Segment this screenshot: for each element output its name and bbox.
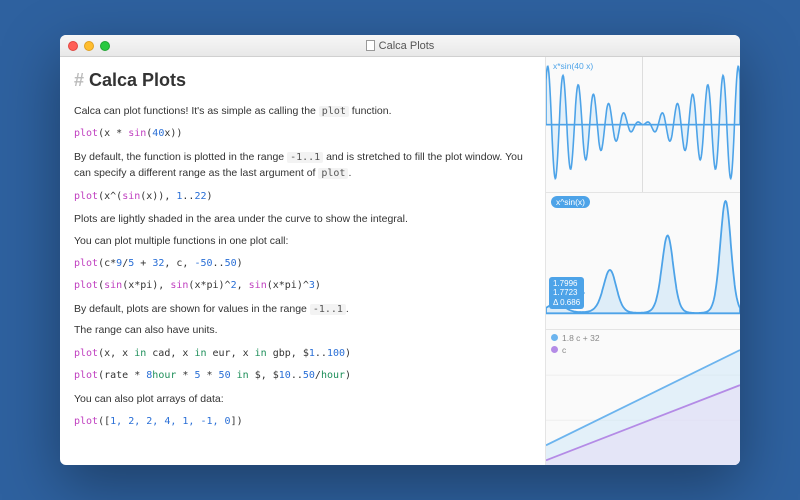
legend-dot-icon bbox=[551, 346, 558, 353]
window-content: # Calca Plots Calca can plot functions! … bbox=[60, 57, 740, 465]
code-inline: plot bbox=[318, 168, 348, 179]
title-container: Calca Plots bbox=[60, 40, 740, 52]
paragraph: By default, the function is plotted in t… bbox=[74, 149, 531, 182]
code-line[interactable]: plot(c*9/5 + 32, c, -50..50) bbox=[74, 256, 531, 272]
plot-2[interactable]: x^sin(x) 1.7996 1.7723 Δ 0.686 bbox=[546, 193, 740, 329]
document-icon bbox=[366, 40, 375, 51]
code-line[interactable]: plot([1, 2, 2, 4, 1, -1, 0]) bbox=[74, 414, 531, 430]
minimize-icon[interactable] bbox=[84, 41, 94, 51]
code-line[interactable]: plot(sin(x*pi), sin(x*pi)^2, sin(x*pi)^3… bbox=[74, 278, 531, 294]
traffic-lights bbox=[60, 41, 110, 51]
legend-dot-icon bbox=[551, 334, 558, 341]
window-title: Calca Plots bbox=[379, 40, 435, 52]
plot-svg bbox=[546, 57, 740, 192]
plot-panel: x*sin(40 x) x^sin(x) 1.7996 1.7723 Δ 0.6… bbox=[545, 57, 740, 465]
plot-tooltip: 1.7996 1.7723 Δ 0.686 bbox=[549, 277, 584, 309]
code-inline: plot bbox=[319, 106, 349, 117]
code-line[interactable]: plot(x * sin(40x)) bbox=[74, 126, 531, 142]
code-inline: -1..1 bbox=[310, 304, 346, 315]
paragraph: You can plot multiple functions in one p… bbox=[74, 233, 531, 249]
paragraph: You can also plot arrays of data: bbox=[74, 391, 531, 407]
editor-pane[interactable]: # Calca Plots Calca can plot functions! … bbox=[60, 57, 545, 465]
plot-label: x^sin(x) bbox=[551, 196, 590, 208]
paragraph: Plots are lightly shaded in the area und… bbox=[74, 211, 531, 227]
code-line[interactable]: plot(rate * 8hour * 5 * 50 in $, $10..50… bbox=[74, 368, 531, 384]
plot-legend: 1.8 c + 32 c bbox=[551, 333, 600, 357]
plot-label: x*sin(40 x) bbox=[551, 60, 595, 72]
code-line[interactable]: plot(x^(sin(x)), 1..22) bbox=[74, 189, 531, 205]
plot-1[interactable]: x*sin(40 x) bbox=[546, 57, 740, 193]
paragraph: Calca can plot functions! It's as simple… bbox=[74, 103, 531, 120]
paragraph: By default, plots are shown for values i… bbox=[74, 301, 531, 318]
code-line[interactable]: plot(x, x in cad, x in eur, x in gbp, $1… bbox=[74, 346, 531, 362]
code-inline: -1..1 bbox=[287, 152, 323, 163]
page-title: # Calca Plots bbox=[74, 67, 531, 95]
window-titlebar[interactable]: Calca Plots bbox=[60, 35, 740, 57]
plot-3[interactable]: 1.8 c + 32 c bbox=[546, 330, 740, 465]
zoom-icon[interactable] bbox=[100, 41, 110, 51]
close-icon[interactable] bbox=[68, 41, 78, 51]
app-window: Calca Plots # Calca Plots Calca can plot… bbox=[60, 35, 740, 465]
paragraph: The range can also have units. bbox=[74, 322, 531, 338]
